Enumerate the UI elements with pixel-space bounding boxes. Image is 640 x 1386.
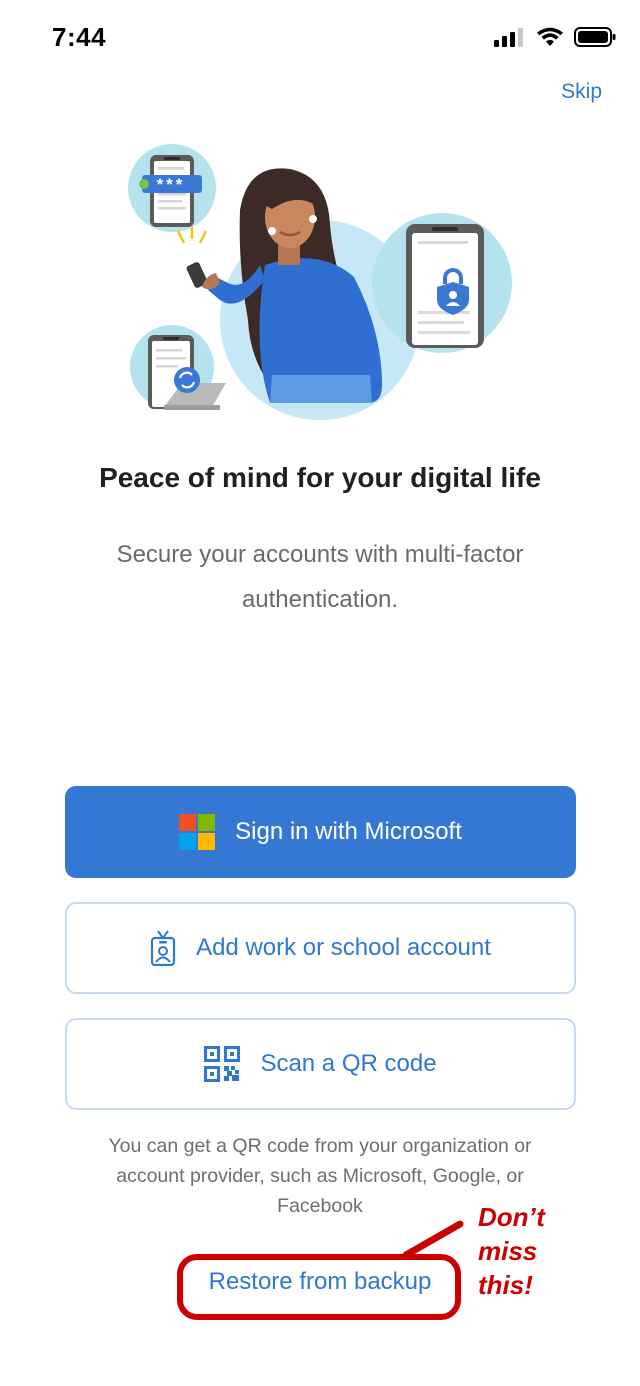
hero-illustration: *** [128, 144, 512, 420]
status-bar: 7:44 [0, 0, 640, 80]
sign-in-microsoft-button[interactable]: Sign in with Microsoft [65, 786, 576, 878]
page-title: Peace of mind for your digital life [99, 462, 541, 493]
scan-qr-label: Scan a QR code [260, 1050, 437, 1077]
cellular-signal-icon [494, 28, 523, 47]
annotation-callout-text: Don’t miss this! [478, 1200, 588, 1302]
page-subtitle: Secure your accounts with multi-factor a… [116, 541, 524, 613]
phone-shield-icon [406, 224, 484, 348]
qr-code-icon [204, 1046, 241, 1082]
add-work-account-label: Add work or school account [196, 934, 491, 961]
battery-icon [574, 27, 616, 47]
scan-qr-button[interactable]: Scan a QR code [65, 1018, 576, 1110]
status-icons [494, 26, 616, 48]
password-mask: *** [157, 175, 186, 194]
wifi-icon [537, 27, 563, 46]
annotation-line-3: this! [478, 1270, 533, 1300]
microsoft-logo-icon [179, 814, 216, 850]
add-work-account-button[interactable]: Add work or school account [65, 902, 576, 994]
status-time: 7:44 [52, 22, 107, 52]
annotation-highlight-box [177, 1254, 461, 1320]
id-badge-icon [150, 930, 176, 966]
annotation-line-2: miss [478, 1236, 538, 1266]
annotation-line-1: Don’t [478, 1202, 545, 1232]
sign-in-microsoft-label: Sign in with Microsoft [235, 818, 462, 845]
skip-link[interactable]: Skip [561, 80, 602, 104]
phone-sync-icon [148, 335, 226, 410]
